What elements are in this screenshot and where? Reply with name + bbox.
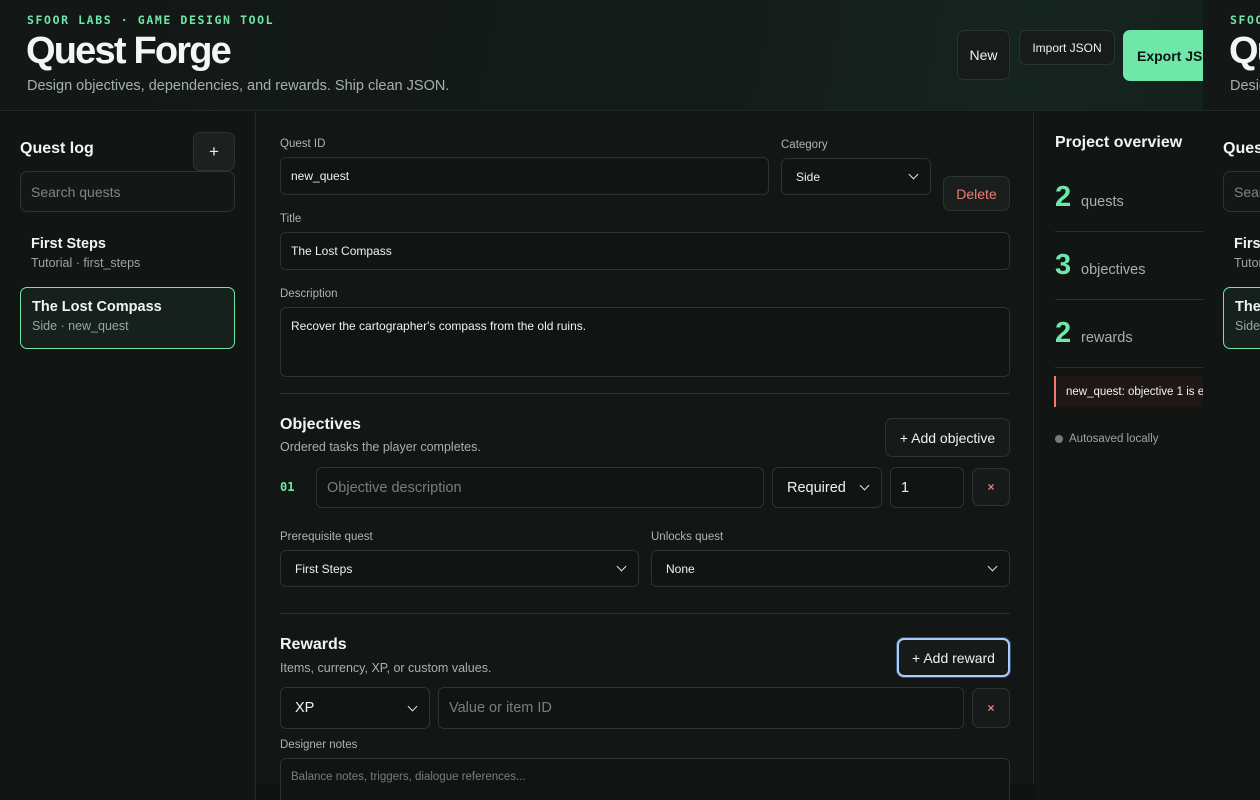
- quest-item-meta: Tutorial · first_steps: [1234, 256, 1260, 270]
- quest-log-title: Quest log: [20, 140, 94, 157]
- brand-eyebrow: SFOOR LABS · GAME DESIGN TOOL: [27, 13, 275, 27]
- app-subtitle: Design objectives, dependencies, and rew…: [27, 78, 450, 94]
- objective-count-input[interactable]: [890, 467, 964, 508]
- app-title: Quest Forge: [1229, 30, 1260, 72]
- quest-item-meta: Side · new_quest: [32, 319, 129, 333]
- prerequisite-select[interactable]: First Steps: [280, 550, 639, 587]
- quest-search-input: [1223, 171, 1260, 212]
- stat-number: 3: [1055, 249, 1072, 281]
- stat-number: 2: [1055, 317, 1072, 349]
- app-header: SFOOR LABS · GAME DESIGN TOOL Quest Forg…: [0, 0, 1203, 111]
- unlocks-label: Unlocks quest: [651, 531, 724, 543]
- title-label: Title: [280, 213, 302, 225]
- duplicate-header: SFOOR LABS · GAME DESIGN TOOL Quest Forg…: [1203, 0, 1260, 111]
- quest-item-first-steps: First Steps Tutorial · first_steps: [1223, 225, 1260, 287]
- validation-warning: new_quest: objective 1 is empty: [1054, 376, 1203, 407]
- new-button[interactable]: New: [957, 30, 1010, 80]
- quest-id-input[interactable]: [280, 157, 769, 195]
- app-title: Quest Forge: [26, 30, 232, 72]
- quest-item-first-steps[interactable]: First Steps Tutorial · first_steps: [20, 225, 235, 287]
- plus-icon: +: [209, 141, 219, 161]
- chevron-down-icon: [616, 561, 627, 572]
- unlocks-value: None: [666, 561, 695, 576]
- quest-item-meta: Side · new_quest: [1235, 319, 1260, 333]
- autosave-text: Autosaved locally: [1069, 433, 1159, 445]
- import-json-button[interactable]: Import JSON: [1019, 30, 1115, 65]
- quest-item-title: First Steps: [31, 236, 106, 252]
- stat-label: objectives: [1081, 261, 1146, 278]
- quest-id-label: Quest ID: [280, 138, 326, 150]
- objectives-title: Objectives: [280, 416, 361, 433]
- duplicate-sidebar: Quest log First Steps Tutorial · first_s…: [1203, 112, 1260, 800]
- close-icon: ×: [987, 480, 995, 494]
- status-dot-icon: [1055, 435, 1063, 443]
- rewards-subtitle: Items, currency, XP, or custom values.: [280, 661, 492, 675]
- stat-rewards: 2 rewards: [1055, 300, 1203, 368]
- remove-reward-button[interactable]: ×: [972, 688, 1010, 728]
- stat-objectives: 3 objectives: [1055, 232, 1203, 300]
- title-input[interactable]: [280, 232, 1010, 270]
- description-textarea[interactable]: Recover the cartographer's compass from …: [280, 307, 1010, 377]
- quest-item-lost-compass[interactable]: The Lost Compass Side · new_quest: [20, 287, 235, 349]
- delete-quest-button[interactable]: Delete: [943, 176, 1010, 211]
- rewards-title: Rewards: [280, 636, 347, 653]
- unlocks-select[interactable]: None: [651, 550, 1010, 587]
- objective-type-value: Required: [787, 479, 846, 496]
- close-icon: ×: [987, 701, 995, 715]
- stat-label: quests: [1081, 193, 1124, 210]
- chevron-down-icon: [407, 701, 418, 711]
- add-quest-button[interactable]: +: [193, 132, 235, 171]
- chevron-down-icon: [859, 480, 870, 491]
- category-value: Side: [796, 169, 821, 184]
- quest-log-title: Quest log: [1223, 140, 1260, 157]
- autosave-status: Autosaved locally: [1055, 433, 1159, 445]
- objectives-subtitle: Ordered tasks the player completes.: [280, 440, 481, 454]
- category-label: Category: [781, 139, 828, 151]
- prerequisite-value: First Steps: [295, 561, 353, 576]
- project-overview-panel: Project overview 2 quests 3 objectives 2…: [1035, 112, 1203, 800]
- overview-title: Project overview: [1055, 134, 1183, 151]
- chevron-down-icon: [908, 169, 919, 180]
- description-label: Description: [280, 288, 338, 300]
- quest-item-title: The Lost Compass: [32, 299, 162, 315]
- quest-item-title: The Lost Compass: [1235, 299, 1260, 315]
- objective-type-select[interactable]: Required: [772, 467, 882, 508]
- reward-type-value: XP: [295, 700, 315, 716]
- objective-description-input[interactable]: [316, 467, 764, 508]
- stat-number: 2: [1055, 181, 1072, 213]
- quest-search-input[interactable]: [20, 171, 235, 212]
- stat-quests: 2 quests: [1055, 164, 1203, 232]
- section-divider: [280, 613, 1010, 614]
- app-subtitle: Design objectives, dependencies, and rew…: [1230, 78, 1260, 94]
- quest-item-meta: Tutorial · first_steps: [31, 256, 141, 270]
- quest-item-title: First Steps: [1234, 236, 1260, 252]
- add-reward-button[interactable]: + Add reward: [897, 638, 1010, 677]
- quest-item-lost-compass: The Lost Compass Side · new_quest: [1223, 287, 1260, 349]
- brand-eyebrow: SFOOR LABS · GAME DESIGN TOOL: [1230, 13, 1260, 27]
- duplicate-frame-content: SFOOR LABS · GAME DESIGN TOOL Quest Forg…: [1203, 0, 1260, 800]
- category-select[interactable]: Side: [781, 158, 931, 195]
- remove-objective-button[interactable]: ×: [972, 468, 1010, 506]
- prerequisite-label: Prerequisite quest: [280, 531, 373, 543]
- objective-number: 01: [280, 480, 295, 494]
- reward-value-input[interactable]: [438, 687, 964, 729]
- chevron-down-icon: [987, 561, 998, 572]
- designer-notes-textarea[interactable]: [280, 758, 1010, 800]
- add-objective-button[interactable]: + Add objective: [885, 418, 1010, 457]
- quest-log-sidebar: Quest log + First Steps Tutorial · first…: [0, 112, 256, 800]
- duplicate-frame-edge: SFOOR LABS · GAME DESIGN TOOL Quest Forg…: [1203, 0, 1260, 800]
- designer-notes-label: Designer notes: [280, 739, 358, 751]
- section-divider: [280, 393, 1010, 394]
- stat-label: rewards: [1081, 329, 1133, 346]
- reward-type-select[interactable]: XP: [280, 687, 430, 729]
- app-root: SFOOR LABS · GAME DESIGN TOOL Quest Forg…: [0, 0, 1203, 800]
- export-json-button[interactable]: Export JSON: [1123, 30, 1203, 81]
- quest-editor: Quest ID Category Side Delete Title Desc…: [256, 112, 1034, 800]
